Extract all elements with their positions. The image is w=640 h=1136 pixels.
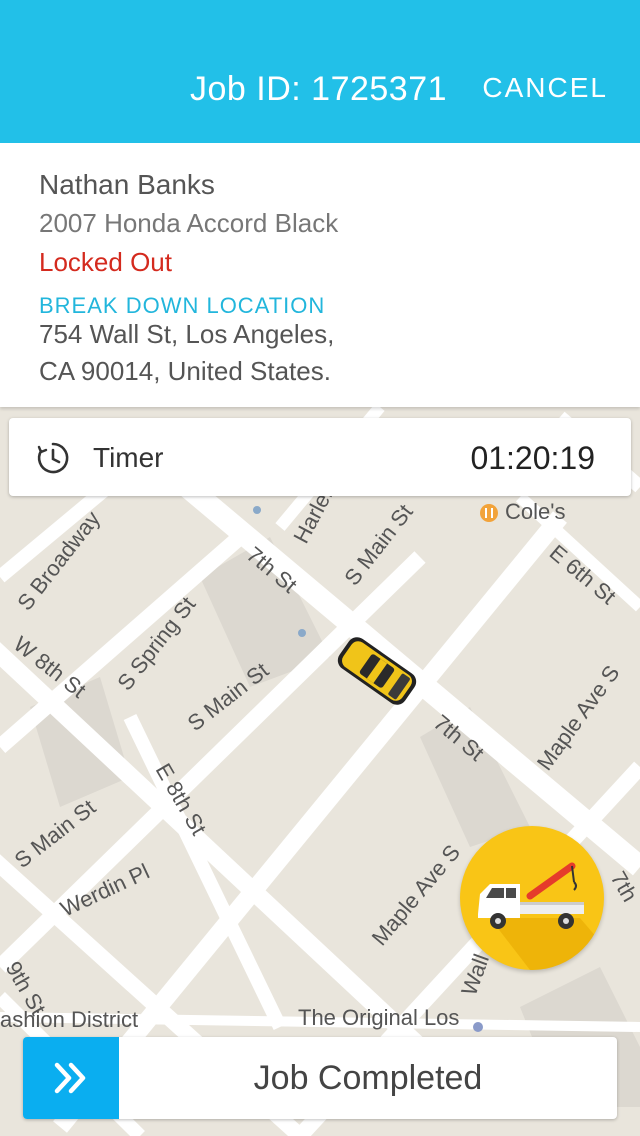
street-label: The Original Los	[298, 1005, 459, 1030]
job-id-title: Job ID: 1725371	[190, 70, 448, 108]
street-label: Cole's	[505, 499, 565, 524]
issue-status: Locked Out	[39, 247, 172, 277]
customer-name: Nathan Banks	[39, 169, 215, 200]
slide-handle[interactable]	[23, 1037, 119, 1119]
customer-info-card: Nathan Banks 2007 Honda Accord Black Loc…	[0, 143, 640, 407]
address-line-2: CA 90014, United States.	[39, 356, 331, 386]
address-line-1: 754 Wall St, Los Angeles,	[39, 319, 335, 349]
breakdown-location-label: BREAK DOWN LOCATION	[39, 293, 326, 318]
timer-icon	[37, 442, 69, 474]
double-chevron-right-icon	[54, 1062, 86, 1094]
tow-truck-icon	[478, 862, 604, 970]
timer-value: 01:20:19	[470, 440, 595, 476]
map-marker-icon	[473, 1022, 483, 1032]
job-completed-label: Job Completed	[253, 1059, 483, 1097]
cancel-button[interactable]: CANCEL	[482, 72, 608, 104]
map-view[interactable]: S Broadway W 8th St S Spring St Harlem S…	[0, 407, 640, 1136]
job-completed-button[interactable]: Job Completed	[23, 1037, 617, 1119]
timer-label: Timer	[93, 442, 164, 473]
vehicle-info: 2007 Honda Accord Black	[39, 208, 339, 238]
street-label: ashion District	[0, 1007, 138, 1032]
timer-card: Timer 01:20:19	[9, 418, 631, 496]
app-header: Job ID: 1725371 CANCEL	[0, 0, 640, 143]
tow-truck-button[interactable]	[460, 826, 604, 970]
restaurant-icon	[480, 504, 498, 522]
map-marker-icon	[253, 506, 261, 514]
map-marker-icon	[298, 629, 306, 637]
